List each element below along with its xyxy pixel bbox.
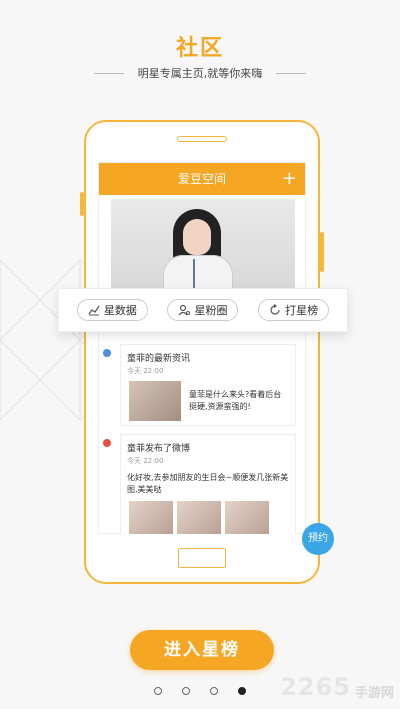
weibo-photo[interactable]: [177, 501, 221, 534]
tab-label: 星数据: [103, 304, 137, 317]
phone-home-button: [178, 548, 226, 568]
phone-speaker: [177, 136, 227, 142]
chart-line-icon: [88, 305, 100, 316]
watermark-site: 手游网: [354, 686, 394, 701]
page-dot[interactable]: [182, 687, 190, 695]
feed-card-time: 今天 22:00: [127, 457, 164, 465]
refresh-icon: [270, 304, 280, 315]
weibo-photos: [129, 501, 273, 534]
page-dot[interactable]: [210, 687, 218, 695]
watermark-number: 2265: [280, 673, 351, 701]
weibo-photo[interactable]: [129, 501, 173, 534]
page-subtitle: 明星专属主页,就等你来嗨: [137, 67, 263, 80]
tab-fan-circle[interactable]: 星粉圈: [167, 299, 239, 321]
subtitle-rule-left: [93, 72, 124, 74]
page-title: 社区: [175, 36, 224, 61]
phone-side-button-left: [80, 192, 84, 216]
tab-rank[interactable]: 打星榜: [258, 299, 330, 321]
app-header: 爱豆空间 +: [99, 163, 305, 195]
weibo-dot-icon: [103, 439, 111, 447]
plus-icon[interactable]: +: [282, 163, 297, 195]
news-dot-icon: [103, 349, 111, 357]
subtitle-rule-right: [276, 72, 307, 74]
app-title: 爱豆空间: [177, 172, 226, 186]
feed-card-title: 童菲的最新资讯: [127, 354, 191, 364]
page-dot-active[interactable]: [238, 687, 246, 695]
user-circle-icon: [179, 304, 191, 316]
feed-card-text: 化好妆,去参加朋友的生日会~顺便发几张新美图,美美哒: [127, 473, 289, 494]
banner-face: [183, 219, 211, 255]
page-dot[interactable]: [154, 687, 162, 695]
feed-card-weibo[interactable]: 童菲发布了微博 今天 22:00 化好妆,去参加朋友的生日会~顺便发几张新美图,…: [103, 434, 296, 534]
tab-label: 打星榜: [285, 304, 319, 317]
tab-star-data[interactable]: 星数据: [76, 299, 148, 321]
news-thumbnail[interactable]: [129, 381, 181, 421]
feed-card-title: 童菲发布了微博: [127, 444, 191, 454]
watermark-logo: 2265 手游网: [280, 673, 394, 701]
phone-side-button: [320, 232, 324, 272]
feed-list: 童菲的最新资讯 今天 22:00 童菲是什么来头?看着后台挺硬,资源蛮强的! 童…: [98, 338, 306, 534]
enter-rank-button[interactable]: 进入星榜: [130, 630, 274, 670]
subtitle-row: 明星专属主页,就等你来嗨: [0, 64, 400, 82]
feed-card-news[interactable]: 童菲的最新资讯 今天 22:00 童菲是什么来头?看着后台挺硬,资源蛮强的!: [103, 344, 296, 426]
reserve-button[interactable]: 预约: [302, 523, 334, 555]
weibo-photo[interactable]: [225, 501, 269, 534]
feed-card-text: 童菲是什么来头?看着后台挺硬,资源蛮强的!: [189, 390, 282, 411]
tab-label: 星粉圈: [194, 304, 228, 317]
feature-tab-bar: 星数据 星粉圈 打星榜: [58, 288, 348, 332]
feed-card-time: 今天 22:00: [127, 367, 164, 375]
star-banner-image[interactable]: [111, 199, 295, 295]
